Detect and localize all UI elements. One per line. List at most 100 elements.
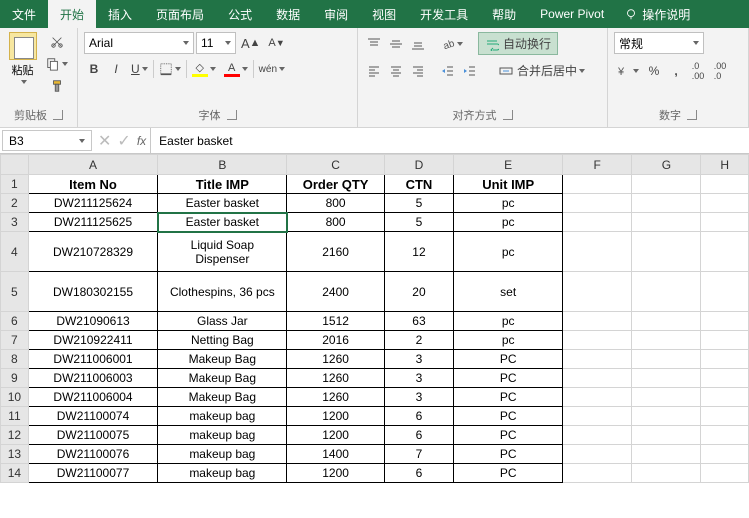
cell[interactable]: Item No <box>28 175 157 194</box>
cell[interactable]: DW211125625 <box>28 213 157 232</box>
fill-color-button[interactable]: ◇ <box>189 58 219 80</box>
col-header[interactable]: D <box>384 155 454 175</box>
cell[interactable] <box>632 445 701 464</box>
cell[interactable] <box>701 350 749 369</box>
row-header[interactable]: 4 <box>1 232 29 272</box>
cell[interactable] <box>632 175 701 194</box>
wrap-text-button[interactable]: 自动换行 <box>478 32 558 55</box>
tab-view[interactable]: 视图 <box>360 0 408 28</box>
dialog-launcher[interactable] <box>227 110 237 120</box>
cell[interactable]: 2 <box>384 331 454 350</box>
cell[interactable]: 3 <box>384 369 454 388</box>
cell[interactable] <box>701 464 749 483</box>
cell[interactable] <box>701 445 749 464</box>
cell[interactable]: Easter basket <box>158 194 287 213</box>
cell[interactable]: Unit IMP <box>454 175 563 194</box>
cell[interactable]: DW210728329 <box>28 232 157 272</box>
tab-pivot[interactable]: Power Pivot <box>528 0 616 28</box>
tab-layout[interactable]: 页面布局 <box>144 0 216 28</box>
tell-me[interactable]: 操作说明 <box>624 0 690 28</box>
cell[interactable] <box>632 194 701 213</box>
border-button[interactable] <box>156 59 184 79</box>
align-bottom-button[interactable] <box>408 34 428 54</box>
select-all-corner[interactable] <box>1 155 29 175</box>
cell[interactable] <box>563 213 632 232</box>
cell[interactable] <box>632 331 701 350</box>
dialog-launcher[interactable] <box>687 110 697 120</box>
align-right-button[interactable] <box>408 61 428 81</box>
cell[interactable]: DW21100076 <box>28 445 157 464</box>
row-header[interactable]: 14 <box>1 464 29 483</box>
cell[interactable]: PC <box>454 388 563 407</box>
cell[interactable]: 3 <box>384 350 454 369</box>
dialog-launcher[interactable] <box>503 110 513 120</box>
cell[interactable] <box>632 388 701 407</box>
number-format-select[interactable]: 常规 <box>614 32 704 54</box>
cell[interactable]: makeup bag <box>158 407 287 426</box>
col-header[interactable]: C <box>287 155 384 175</box>
tab-help[interactable]: 帮助 <box>480 0 528 28</box>
cell[interactable] <box>632 426 701 445</box>
cell[interactable] <box>632 232 701 272</box>
cell[interactable]: DW211006003 <box>28 369 157 388</box>
cell[interactable]: pc <box>454 213 563 232</box>
cell[interactable]: 800 <box>287 194 384 213</box>
cancel-icon[interactable]: ✕ <box>98 131 111 151</box>
cell[interactable]: PC <box>454 426 563 445</box>
font-name-select[interactable]: Arial <box>84 32 194 54</box>
cell[interactable] <box>632 312 701 331</box>
cell[interactable]: Order QTY <box>287 175 384 194</box>
copy-button[interactable] <box>43 54 71 74</box>
tab-file[interactable]: 文件 <box>0 0 48 28</box>
formula-input[interactable]: Easter basket <box>151 128 749 153</box>
row-header[interactable]: 2 <box>1 194 29 213</box>
cell[interactable]: Makeup Bag <box>158 350 287 369</box>
tab-formulas[interactable]: 公式 <box>216 0 264 28</box>
cell[interactable] <box>563 426 632 445</box>
cell[interactable]: makeup bag <box>158 464 287 483</box>
cell[interactable] <box>701 369 749 388</box>
cell[interactable] <box>563 407 632 426</box>
increase-decimal-button[interactable]: .0.00 <box>688 58 708 84</box>
col-header[interactable]: A <box>28 155 157 175</box>
col-header[interactable]: B <box>158 155 287 175</box>
cell[interactable]: 6 <box>384 426 454 445</box>
align-left-button[interactable] <box>364 61 384 81</box>
cell[interactable] <box>632 464 701 483</box>
cell[interactable]: 1200 <box>287 407 384 426</box>
paste-button[interactable]: 粘贴 <box>6 32 39 84</box>
cell[interactable] <box>563 369 632 388</box>
cell[interactable]: 6 <box>384 464 454 483</box>
cell[interactable] <box>632 350 701 369</box>
cell[interactable]: Makeup Bag <box>158 369 287 388</box>
cell[interactable]: 20 <box>384 272 454 312</box>
cell[interactable] <box>632 369 701 388</box>
align-center-button[interactable] <box>386 61 406 81</box>
cell[interactable]: 2160 <box>287 232 384 272</box>
enter-icon[interactable]: ✓ <box>117 131 130 151</box>
tab-insert[interactable]: 插入 <box>96 0 144 28</box>
cell[interactable]: DW21090613 <box>28 312 157 331</box>
cell[interactable]: 1512 <box>287 312 384 331</box>
tab-home[interactable]: 开始 <box>48 0 96 28</box>
cell[interactable]: 1200 <box>287 464 384 483</box>
cell[interactable] <box>563 350 632 369</box>
row-header[interactable]: 10 <box>1 388 29 407</box>
tab-review[interactable]: 审阅 <box>312 0 360 28</box>
decrease-indent-button[interactable] <box>438 61 458 81</box>
cell[interactable] <box>563 445 632 464</box>
cell[interactable] <box>563 175 632 194</box>
cell[interactable] <box>701 312 749 331</box>
cell[interactable]: DW211006004 <box>28 388 157 407</box>
cell[interactable]: 12 <box>384 232 454 272</box>
font-size-select[interactable]: 11 <box>196 32 236 54</box>
cell[interactable] <box>632 407 701 426</box>
row-header[interactable]: 7 <box>1 331 29 350</box>
cell[interactable]: DW21100075 <box>28 426 157 445</box>
row-header[interactable]: 5 <box>1 272 29 312</box>
cell[interactable]: 2400 <box>287 272 384 312</box>
col-header[interactable]: G <box>632 155 701 175</box>
accounting-format-button[interactable]: ¥ <box>614 61 642 81</box>
cell[interactable]: DW210922411 <box>28 331 157 350</box>
row-header[interactable]: 13 <box>1 445 29 464</box>
